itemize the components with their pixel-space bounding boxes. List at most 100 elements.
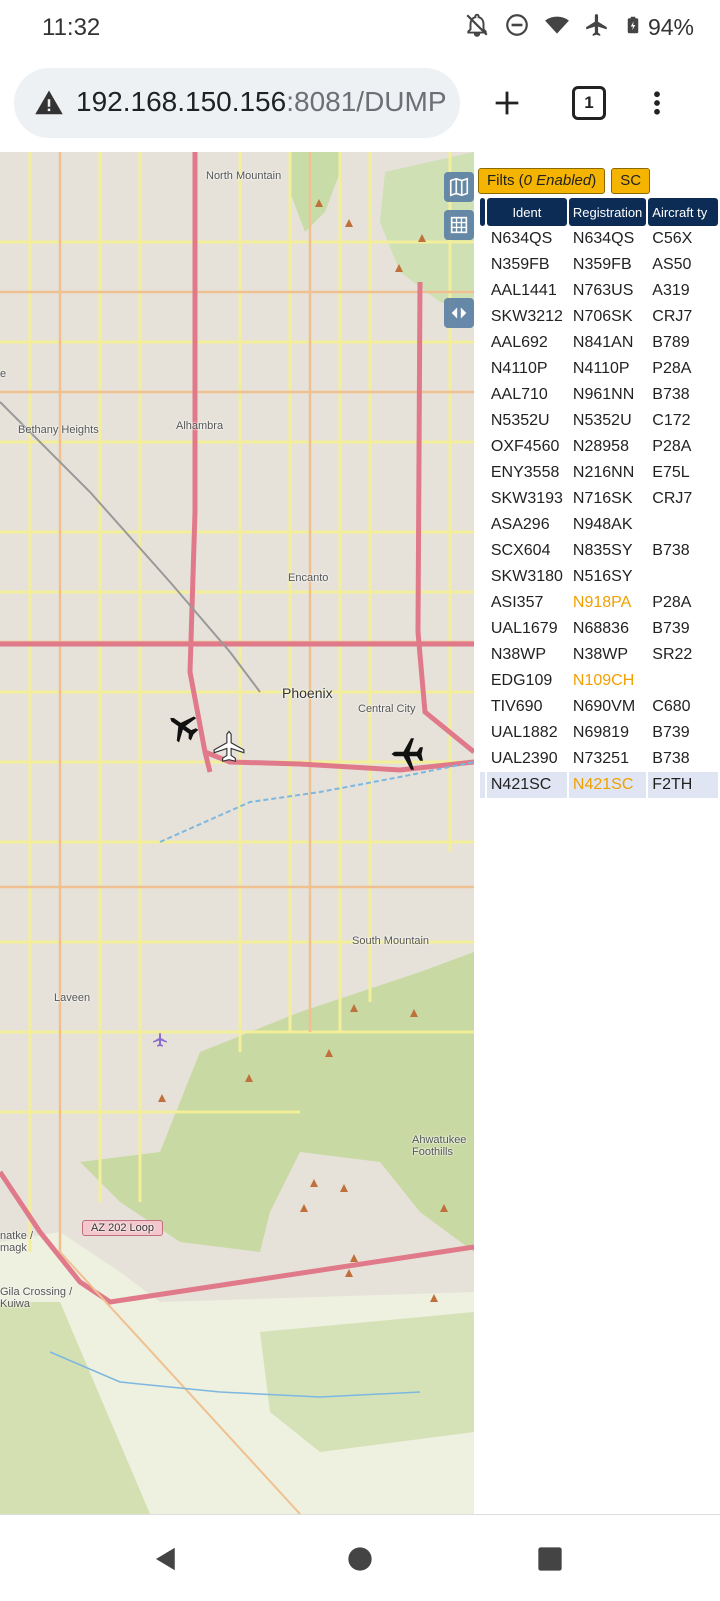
aircraft-type-cell: A319 (652, 282, 690, 299)
table-row[interactable]: ENY3558 N216NN E75L (480, 460, 718, 486)
row-select-cell[interactable] (480, 460, 485, 486)
table-row[interactable]: ASA296 N948AK (480, 512, 718, 538)
row-select-cell[interactable] (480, 772, 485, 798)
table-row[interactable]: SKW3212 N706SK CRJ7 (480, 304, 718, 330)
table-row[interactable]: SKW3180 N516SY (480, 564, 718, 590)
tab-switcher-button[interactable]: 1 (564, 78, 614, 128)
map-grid-button[interactable] (444, 210, 474, 240)
recents-button[interactable] (530, 1539, 570, 1579)
row-select-cell[interactable] (480, 590, 485, 616)
table-row[interactable]: EDG109 N109CH (480, 668, 718, 694)
table-row[interactable]: N38WP N38WP SR22 (480, 642, 718, 668)
table-row[interactable]: AAL1441 N763US A319 (480, 278, 718, 304)
row-select-cell[interactable] (480, 486, 485, 512)
filters-button[interactable]: Filts (0 Enabled) (478, 168, 606, 194)
row-select-cell[interactable] (480, 252, 485, 278)
ident-cell: ENY3558 (490, 464, 560, 481)
row-select-cell[interactable] (480, 330, 485, 356)
row-select-cell[interactable] (480, 226, 485, 252)
browser-menu-button[interactable] (632, 78, 682, 128)
table-row[interactable]: UAL2390 N73251 B738 (480, 746, 718, 772)
column-header-aircraft-type[interactable]: Aircraft ty (648, 198, 718, 226)
registration-cell: N706SK (572, 308, 633, 325)
row-select-cell[interactable] (480, 720, 485, 746)
row-select-cell[interactable] (480, 668, 485, 694)
toggle-sidebar-button[interactable] (444, 298, 474, 328)
aircraft-panel: Filts (0 Enabled) SC Ident Registration … (474, 152, 720, 1514)
airport-icon (153, 1032, 167, 1047)
table-row[interactable]: OXF4560 N28958 P28A (480, 434, 718, 460)
aircraft-icon[interactable] (212, 730, 246, 764)
registration-cell: N28958 (572, 438, 629, 455)
aircraft-type-cell: AS50 (652, 256, 692, 273)
ident-cell: UAL1679 (490, 620, 558, 637)
row-select-cell[interactable] (480, 746, 485, 772)
ident-cell: OXF4560 (490, 438, 560, 455)
registration-cell: N961NN (572, 386, 635, 403)
table-row[interactable]: SKW3193 N716SK CRJ7 (480, 486, 718, 512)
registration-cell: N690VM (572, 698, 636, 715)
aircraft-icon[interactable] (390, 732, 426, 776)
ident-cell: ASI357 (490, 594, 544, 611)
ident-cell: N5352U (490, 412, 550, 429)
row-select-cell[interactable] (480, 642, 485, 668)
table-row[interactable]: UAL1882 N69819 B739 (480, 720, 718, 746)
column-header-ident[interactable]: Ident (486, 198, 567, 226)
status-icons: 94% (464, 12, 694, 43)
table-row[interactable]: N359FB N359FB AS50 (480, 252, 718, 278)
row-select-cell[interactable] (480, 538, 485, 564)
table-row[interactable]: TIV690 N690VM C680 (480, 694, 718, 720)
table-row[interactable]: N634QS N634QS C56X (480, 226, 718, 252)
registration-cell: N216NN (572, 464, 635, 481)
address-bar[interactable]: 192.168.150.156:8081/DUMP (14, 68, 460, 138)
aircraft-type-cell: C56X (652, 230, 693, 247)
row-select-cell[interactable] (480, 278, 485, 304)
row-select-cell[interactable] (480, 356, 485, 382)
column-header-registration[interactable]: Registration (568, 198, 647, 226)
system-nav-bar (0, 1514, 720, 1601)
aircraft-type-cell (648, 512, 718, 538)
new-tab-button[interactable] (482, 78, 532, 128)
ident-cell: UAL2390 (490, 750, 558, 767)
label-encanto: Encanto (288, 572, 329, 584)
row-select-cell[interactable] (480, 304, 485, 330)
row-select-cell[interactable] (480, 408, 485, 434)
table-row[interactable]: AAL692 N841AN B789 (480, 330, 718, 356)
do-not-disturb-icon (504, 12, 530, 43)
ident-cell: N4110P (490, 360, 548, 377)
sc-button[interactable]: SC (611, 168, 651, 194)
expand-horizontal-icon (451, 307, 467, 319)
row-select-cell[interactable] (480, 616, 485, 642)
label-natke: natke / magk (0, 1230, 34, 1254)
registration-cell: N716SK (572, 490, 633, 507)
map-view[interactable]: North Mountain Bethany Heights Alhambra … (0, 152, 474, 1514)
row-select-cell[interactable] (480, 382, 485, 408)
aircraft-type-cell: F2TH (648, 772, 718, 798)
select-column-header[interactable] (480, 198, 485, 226)
table-row[interactable]: SCX604 N835SY B738 (480, 538, 718, 564)
row-select-cell[interactable] (480, 564, 485, 590)
ident-cell: N38WP (490, 646, 546, 663)
table-row[interactable]: AAL710 N961NN B738 (480, 382, 718, 408)
not-secure-warning-icon[interactable] (34, 88, 64, 118)
battery-percent: 94% (647, 14, 694, 40)
table-row[interactable]: N421SC N421SC F2TH (480, 772, 718, 798)
airplane-mode-icon (584, 12, 610, 43)
map-layers-button[interactable] (444, 172, 474, 202)
ident-cell: UAL1882 (490, 724, 558, 741)
back-button[interactable] (146, 1539, 186, 1579)
row-select-cell[interactable] (480, 434, 485, 460)
label-ahwatukee: Ahwatukee Foothills (412, 1134, 467, 1158)
table-row[interactable]: ASI357 N918PA P28A (480, 590, 718, 616)
url-path: :8081/DUMP (286, 86, 447, 117)
table-row[interactable]: UAL1679 N68836 B739 (480, 616, 718, 642)
table-row[interactable]: N4110P N4110P P28A (480, 356, 718, 382)
aircraft-type-cell: CRJ7 (652, 308, 693, 325)
row-select-cell[interactable] (480, 512, 485, 538)
home-button[interactable] (340, 1539, 380, 1579)
row-select-cell[interactable] (480, 694, 485, 720)
url-text[interactable]: 192.168.150.156:8081/DUMP (76, 86, 448, 118)
table-row[interactable]: N5352U N5352U C172 (480, 408, 718, 434)
label-edge: e (0, 368, 7, 380)
label-central-city: Central City (358, 703, 416, 715)
